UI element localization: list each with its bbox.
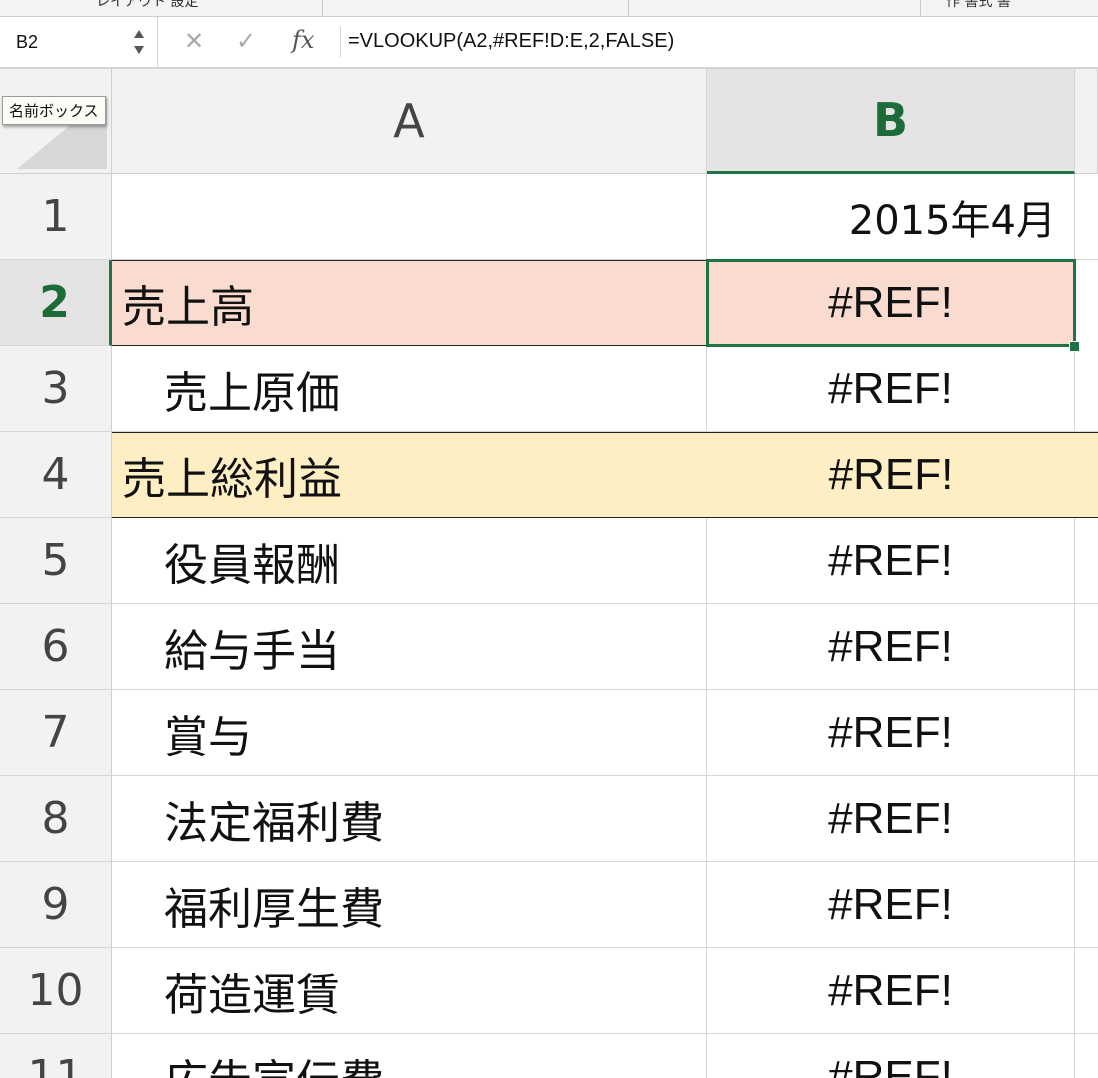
cell-a8[interactable]: 法定福利費 bbox=[112, 776, 707, 862]
formula-input[interactable]: =VLOOKUP(A2,#REF!D:E,2,FALSE) bbox=[348, 30, 674, 53]
row-header-1[interactable]: 1 bbox=[0, 174, 112, 260]
cell-b2[interactable]: #REF! bbox=[707, 260, 1075, 346]
cell-c4[interactable] bbox=[1075, 432, 1098, 518]
cell-c6[interactable] bbox=[1075, 604, 1098, 690]
fill-handle[interactable] bbox=[1069, 341, 1080, 352]
cell-b9[interactable]: #REF! bbox=[707, 862, 1075, 948]
cell-b11[interactable]: #REF! bbox=[707, 1034, 1075, 1078]
ribbon-separator bbox=[322, 0, 323, 16]
cell-a2[interactable]: 売上高 bbox=[112, 260, 707, 346]
row-header-8[interactable]: 8 bbox=[0, 776, 112, 862]
cell-b7[interactable]: #REF! bbox=[707, 690, 1075, 776]
column-header-a[interactable]: A bbox=[112, 69, 707, 174]
cell-b6[interactable]: #REF! bbox=[707, 604, 1075, 690]
row-header-11[interactable]: 11 bbox=[0, 1034, 112, 1078]
ribbon-separator bbox=[920, 0, 921, 16]
cell-c8[interactable] bbox=[1075, 776, 1098, 862]
formula-bar: B2 ✕ ✓ fx =VLOOKUP(A2,#REF!D:E,2,FALSE) bbox=[0, 17, 1098, 69]
row-header-7[interactable]: 7 bbox=[0, 690, 112, 776]
stepper-arrows-icon[interactable] bbox=[132, 27, 146, 57]
spreadsheet-app: レイアウト 設定 作 書式 書 B2 ✕ ✓ fx =VLOOKUP(A2,#R… bbox=[0, 0, 1098, 1078]
cell-c7[interactable] bbox=[1075, 690, 1098, 776]
row-header-3[interactable]: 3 bbox=[0, 346, 112, 432]
cell-c10[interactable] bbox=[1075, 948, 1098, 1034]
ribbon-fragment-left[interactable]: レイアウト 設定 bbox=[96, 0, 198, 11]
cell-c11[interactable] bbox=[1075, 1034, 1098, 1078]
cell-c2[interactable] bbox=[1075, 260, 1098, 346]
name-box-value[interactable]: B2 bbox=[16, 32, 38, 53]
cell-b10[interactable]: #REF! bbox=[707, 948, 1075, 1034]
cancel-icon[interactable]: ✕ bbox=[184, 27, 204, 55]
ribbon-strip: レイアウト 設定 作 書式 書 bbox=[0, 0, 1098, 17]
row-header-9[interactable]: 9 bbox=[0, 862, 112, 948]
cell-c1[interactable] bbox=[1075, 174, 1098, 260]
formula-bar-controls: ✕ ✓ fx bbox=[160, 17, 360, 67]
row-header-2[interactable]: 2 bbox=[0, 260, 112, 346]
row-header-6[interactable]: 6 bbox=[0, 604, 112, 690]
cell-a11[interactable]: 広告宣伝費 bbox=[112, 1034, 707, 1078]
cell-grid: 名前ボックス A B 1 2015年4月 2 売上高 #REF! 3 売上原価 #REF! 4 売上総… bbox=[0, 69, 1098, 1078]
cell-a6[interactable]: 給与手当 bbox=[112, 604, 707, 690]
cell-c3[interactable] bbox=[1075, 346, 1098, 432]
cell-b5[interactable]: #REF! bbox=[707, 518, 1075, 604]
cell-b1[interactable]: 2015年4月 bbox=[707, 174, 1075, 260]
cell-a7[interactable]: 賞与 bbox=[112, 690, 707, 776]
enter-icon[interactable]: ✓ bbox=[236, 27, 256, 55]
cell-a5[interactable]: 役員報酬 bbox=[112, 518, 707, 604]
cell-b4[interactable]: #REF! bbox=[707, 432, 1075, 518]
row-header-10[interactable]: 10 bbox=[0, 948, 112, 1034]
column-header-b[interactable]: B bbox=[707, 69, 1075, 174]
cell-b8[interactable]: #REF! bbox=[707, 776, 1075, 862]
cell-a4[interactable]: 売上総利益 bbox=[112, 432, 707, 518]
formula-bar-separator bbox=[340, 27, 341, 57]
insert-function-icon[interactable]: fx bbox=[292, 26, 314, 54]
ribbon-separator bbox=[628, 0, 629, 16]
cell-a1[interactable] bbox=[112, 174, 707, 260]
cell-c5[interactable] bbox=[1075, 518, 1098, 604]
cell-b3[interactable]: #REF! bbox=[707, 346, 1075, 432]
column-header-next[interactable] bbox=[1075, 69, 1098, 174]
ribbon-fragment-right[interactable]: 作 書式 書 bbox=[946, 0, 1011, 11]
row-header-5[interactable]: 5 bbox=[0, 518, 112, 604]
cell-a9[interactable]: 福利厚生費 bbox=[112, 862, 707, 948]
cell-c9[interactable] bbox=[1075, 862, 1098, 948]
cell-a10[interactable]: 荷造運賃 bbox=[112, 948, 707, 1034]
cell-a3[interactable]: 売上原価 bbox=[112, 346, 707, 432]
row-header-4[interactable]: 4 bbox=[0, 432, 112, 518]
name-box[interactable]: B2 bbox=[0, 17, 158, 67]
name-box-tooltip: 名前ボックス bbox=[2, 96, 106, 125]
